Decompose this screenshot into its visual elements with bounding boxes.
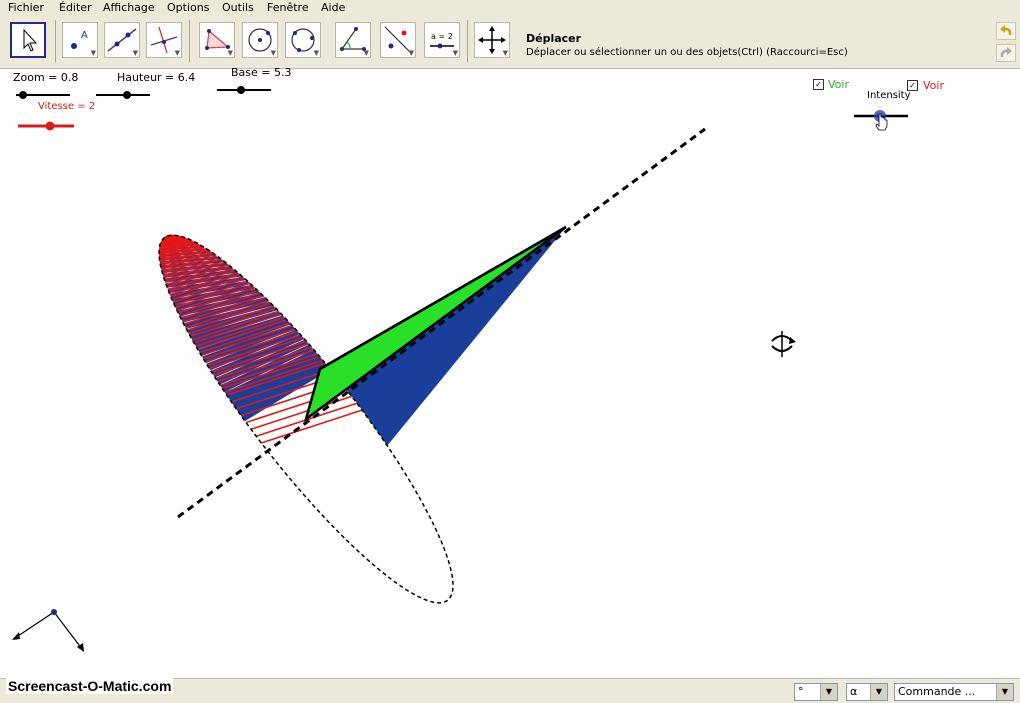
perpendicular-tool-button[interactable]: ▼ [146, 22, 182, 58]
point-tool-button[interactable]: A ▼ [62, 22, 98, 58]
x-axis-arrow [15, 612, 54, 638]
redo-icon [997, 45, 1015, 61]
svg-text:A: A [81, 30, 88, 41]
slider-vitesse-handle[interactable] [46, 122, 55, 131]
menu-affichage[interactable]: Affichage [103, 1, 155, 14]
menu-aide[interactable]: Aide [321, 1, 345, 14]
cursor-arrow-icon [12, 24, 44, 56]
toolbar-separator [189, 20, 190, 62]
line-tool-button[interactable]: ▼ [104, 22, 140, 58]
symbol-combo[interactable]: °▼ [794, 683, 838, 701]
screencast-watermark: Screencast-O-Matic.com [6, 678, 173, 694]
toolbar-separator [55, 20, 56, 62]
toolbar-separator [467, 20, 468, 62]
menu-options[interactable]: Options [167, 1, 209, 14]
polygon-tool-button[interactable]: ▼ [199, 22, 235, 58]
menu-bar: Fichier Éditer Affichage Options Outils … [0, 0, 1020, 16]
chevron-down-icon[interactable]: ▼ [820, 684, 837, 700]
menu-outils[interactable]: Outils [222, 1, 254, 14]
command-combo[interactable]: Commande ... ▼ [894, 683, 1014, 701]
circle-tool-button[interactable]: ▼ [242, 22, 278, 58]
slider-label-vitesse: Vitesse = 2 [38, 101, 95, 112]
toolbar: A ▼ ▼ ▼ ▼ ▼ ▼ ▼ ▼ a = 2 ▼ ▼ Déplacer Dép… [0, 16, 1020, 69]
slider-vitesse[interactable] [16, 120, 78, 132]
active-tool-title: Déplacer [526, 32, 581, 45]
active-tool-description: Déplacer ou sélectionner un ou des objet… [526, 47, 848, 58]
y-axis-arrow [54, 612, 82, 649]
checkbox-voir-green-label: Voir [828, 78, 849, 91]
axes-indicator[interactable] [12, 609, 84, 652]
reflect-tool-button[interactable]: ▼ [380, 22, 416, 58]
slider-icon-text: a = 2 [431, 32, 453, 41]
slider-intensity[interactable] [852, 105, 914, 135]
slider-zoom-handle[interactable] [19, 91, 27, 99]
slider-base-handle[interactable] [237, 86, 245, 94]
redo-button[interactable] [996, 44, 1016, 62]
menu-fichier[interactable]: Fichier [8, 1, 44, 14]
slider-hauteur[interactable] [94, 89, 154, 101]
chevron-down-icon[interactable]: ▼ [996, 684, 1013, 700]
undo-button[interactable] [996, 22, 1016, 40]
slider-tool-button[interactable]: a = 2 ▼ [424, 22, 460, 58]
menu-fenetre[interactable]: Fenêtre [267, 1, 309, 14]
graphics-view[interactable]: Zoom = 0.8 Hauteur = 6.4 Base = 5.3 Vite… [0, 69, 1020, 678]
rotate-view-icon [772, 331, 796, 357]
greek-combo-value: α [850, 685, 857, 698]
slider-hauteur-handle[interactable] [123, 91, 131, 99]
circle-three-points-tool-button[interactable]: ▼ [285, 22, 321, 58]
greek-combo[interactable]: α▼ [846, 683, 888, 701]
section-triangle [306, 227, 566, 419]
command-combo-value: Commande ... [898, 685, 975, 698]
checkbox-voir-red-label: Voir [923, 79, 944, 92]
move-tool-button[interactable] [10, 22, 46, 58]
slider-label-intensity: Intensity [867, 90, 911, 101]
3d-scene [0, 69, 1020, 678]
undo-icon [997, 23, 1015, 39]
checkbox-voir-green[interactable]: ✓ [813, 79, 824, 90]
chevron-down-icon[interactable]: ▼ [870, 684, 887, 700]
angle-tool-button[interactable]: ▼ [335, 22, 371, 58]
slider-base[interactable] [215, 84, 275, 96]
axes-origin-point [51, 609, 57, 615]
slider-label-base: Base = 5.3 [231, 66, 292, 79]
symbol-combo-value: ° [798, 685, 804, 698]
slider-label-hauteur: Hauteur = 6.4 [117, 71, 195, 84]
menu-editer[interactable]: Éditer [59, 1, 92, 14]
slider-label-zoom: Zoom = 0.8 [13, 71, 78, 84]
move-view-tool-button[interactable]: ▼ [474, 22, 510, 58]
slider-zoom[interactable] [14, 89, 74, 101]
